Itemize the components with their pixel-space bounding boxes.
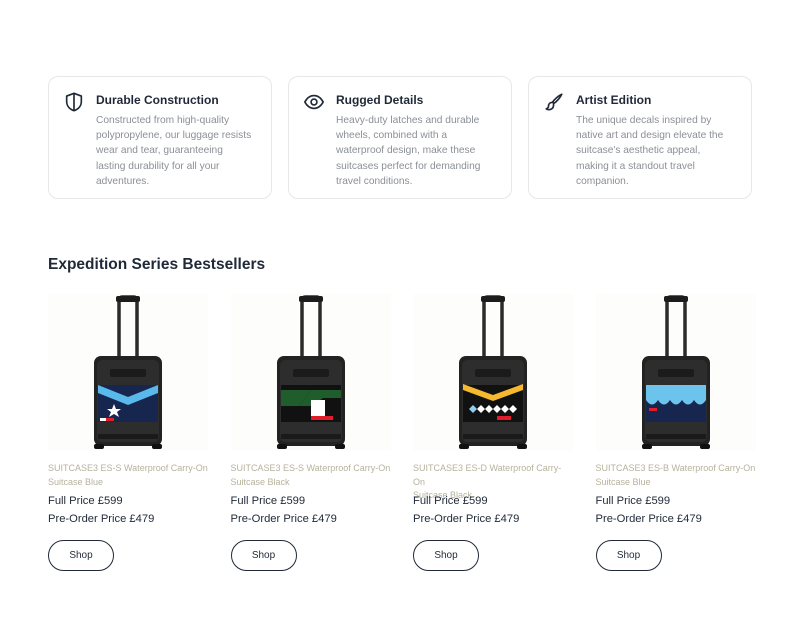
feature-card-durable: Durable Construction Constructed from hi… xyxy=(48,76,272,199)
feature-title: Rugged Details xyxy=(336,93,424,107)
shop-button[interactable]: Shop xyxy=(48,539,114,571)
product-card: SUITCASE3 ES-D Waterproof Carry-On Suitca… xyxy=(413,294,573,571)
product-name[interactable]: SUITCASE3 ES-S Waterproof Carry-On Suitca… xyxy=(231,462,391,489)
product-card: SUITCASE3 ES-S Waterproof Carry-On Suitca… xyxy=(48,294,208,571)
product-image[interactable] xyxy=(595,294,756,451)
product-grid: SUITCASE3 ES-S Waterproof Carry-On Suitca… xyxy=(48,294,778,571)
product-name[interactable]: SUITCASE3 ES-B Waterproof Carry-On Suitca… xyxy=(596,462,756,489)
preorder-price: Pre-Order Price £479 xyxy=(230,512,337,525)
preorder-price: Pre-Order Price £479 xyxy=(48,512,155,525)
section-title: Expedition Series Bestsellers xyxy=(48,256,266,273)
preorder-price: Pre-Order Price £479 xyxy=(413,512,520,525)
feature-description: The unique decals inspired by native art … xyxy=(576,115,724,187)
preorder-price: Pre-Order Price £479 xyxy=(595,512,702,525)
shop-button[interactable]: Shop xyxy=(595,539,662,571)
feature-title: Artist Edition xyxy=(576,93,652,107)
full-price: Full Price £599 xyxy=(48,495,123,507)
product-image[interactable] xyxy=(48,294,208,451)
product-name[interactable]: SUITCASE3 ES-D Waterproof Carry-On Suitca… xyxy=(413,462,573,500)
shop-button[interactable]: Shop xyxy=(413,539,479,571)
shop-button[interactable]: Shop xyxy=(230,539,297,571)
feature-card-rugged: Rugged Details Heavy-duty latches and du… xyxy=(288,76,512,199)
full-price: Full Price £599 xyxy=(595,495,671,507)
feature-description: Constructed from high-quality polypropyle… xyxy=(96,115,252,187)
eye-icon xyxy=(303,91,325,113)
product-image[interactable] xyxy=(413,294,573,451)
shield-icon xyxy=(63,91,85,113)
full-price: Full Price £599 xyxy=(413,495,488,507)
paintbrush-icon xyxy=(543,91,565,113)
feature-title: Durable Construction xyxy=(96,93,219,107)
features-row: Durable Construction Constructed from hi… xyxy=(48,76,752,199)
feature-description: Heavy-duty latches and durable wheels, co… xyxy=(336,115,481,187)
product-image[interactable] xyxy=(230,294,391,451)
feature-card-artist: Artist Edition The unique decals inspire… xyxy=(528,76,752,199)
product-card: SUITCASE3 ES-S Waterproof Carry-On Suitca… xyxy=(230,294,391,571)
product-name[interactable]: SUITCASE3 ES-S Waterproof Carry-On Suitca… xyxy=(48,462,208,489)
product-card: SUITCASE3 ES-B Waterproof Carry-On Suitca… xyxy=(595,294,756,571)
full-price: Full Price £599 xyxy=(230,495,306,507)
